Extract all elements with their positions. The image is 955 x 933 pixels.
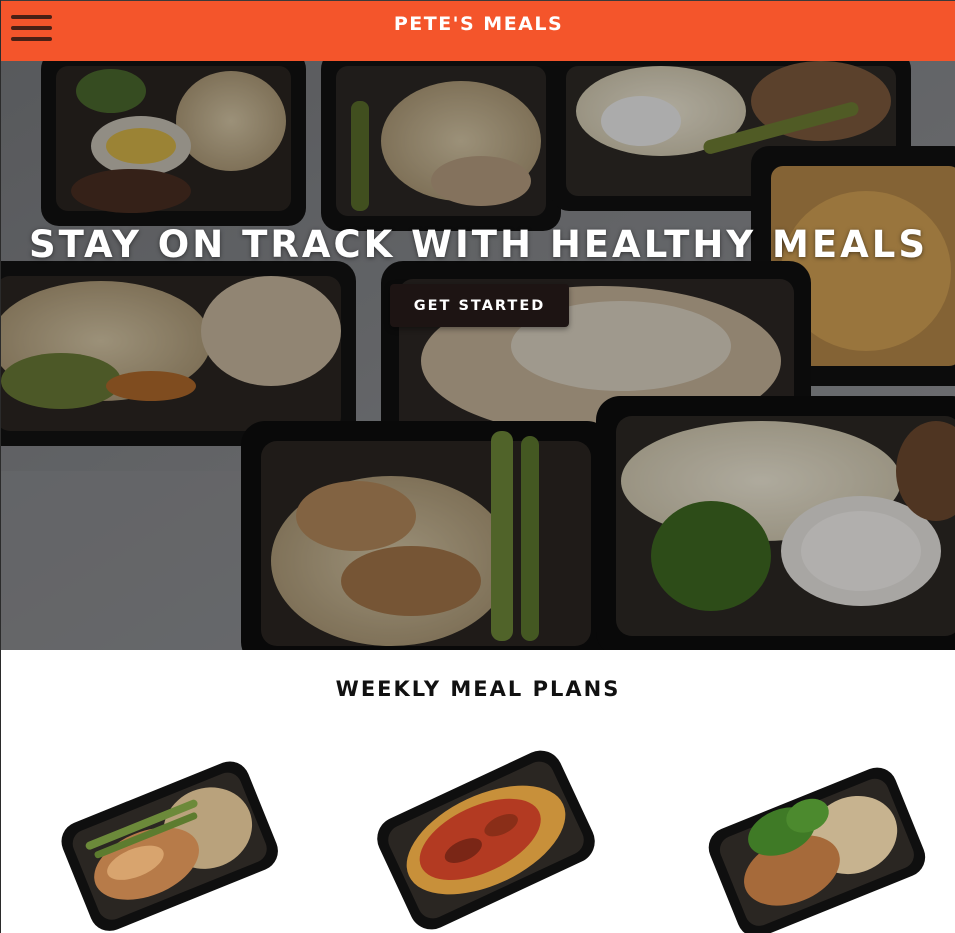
menu-line: [11, 37, 52, 41]
spaghetti-meal-image: [377, 750, 595, 930]
get-started-button[interactable]: GET STARTED: [390, 284, 569, 327]
meal-plan-card-chicken-broccoli[interactable]: [701, 745, 931, 933]
hero-heading: STAY ON TRACK WITH HEALTHY MEALS: [29, 223, 928, 266]
meal-plan-card-spaghetti[interactable]: [376, 745, 606, 933]
brand-logo-link[interactable]: PETE'S MEALS: [1, 13, 955, 35]
chicken-broccoli-meal-image: [708, 767, 926, 933]
meal-plan-card-chicken-asparagus[interactable]: [51, 745, 281, 933]
top-nav-bar: PETE'S MEALS: [1, 0, 955, 61]
hero-banner: STAY ON TRACK WITH HEALTHY MEALS GET STA…: [1, 61, 955, 650]
hero-darken-overlay: [1, 61, 955, 650]
chicken-asparagus-meal-image: [61, 761, 278, 931]
section-title: WEEKLY MEAL PLANS: [335, 677, 621, 701]
